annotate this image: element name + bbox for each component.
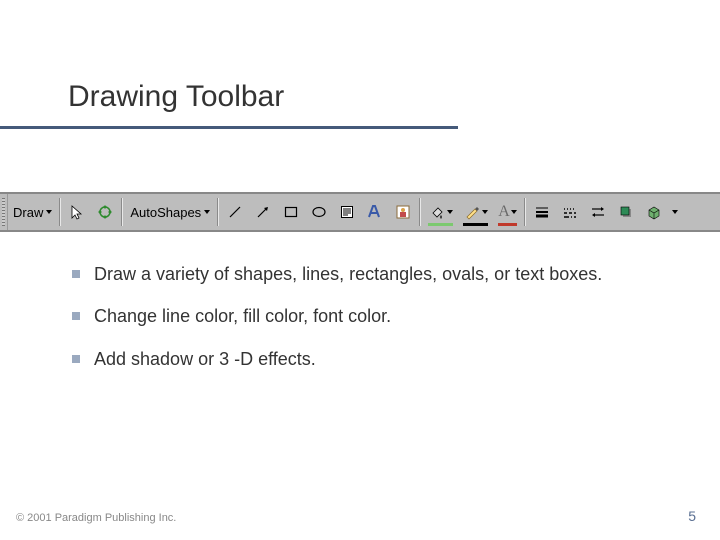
font-color-swatch (498, 223, 517, 226)
bullet-text: Change line color, fill color, font colo… (94, 304, 391, 328)
toolbar-separator (419, 198, 421, 226)
line-color-icon (463, 203, 481, 221)
bullet-marker (72, 312, 80, 320)
free-rotate-button[interactable] (91, 194, 119, 230)
title-underline (0, 126, 458, 129)
font-color-button[interactable]: A (493, 194, 522, 230)
chevron-down-icon[interactable] (482, 210, 488, 214)
select-objects-button[interactable] (63, 194, 91, 230)
line-style-icon (533, 203, 551, 221)
rectangle-tool-button[interactable] (277, 194, 305, 230)
wordart-button[interactable] (361, 194, 389, 230)
bullet-text: Draw a variety of shapes, lines, rectang… (94, 262, 602, 286)
bullet-marker (72, 355, 80, 363)
fill-color-icon (428, 203, 446, 221)
chevron-down-icon[interactable] (447, 210, 453, 214)
bullet-text: Add shadow or 3 -D effects. (94, 347, 316, 371)
text-box-icon (338, 203, 356, 221)
free-rotate-icon (96, 203, 114, 221)
toolbar-separator (59, 198, 61, 226)
fill-color-swatch (428, 223, 453, 226)
line-tool-button[interactable] (221, 194, 249, 230)
footer-page-number: 5 (688, 508, 696, 524)
dash-style-icon (561, 203, 579, 221)
toolbar-separator (121, 198, 123, 226)
font-color-icon: A (498, 203, 510, 221)
fill-color-button[interactable] (423, 194, 458, 230)
list-item: Add shadow or 3 -D effects. (72, 347, 662, 371)
line-icon (226, 203, 244, 221)
shadow-button[interactable] (612, 194, 640, 230)
dash-style-button[interactable] (556, 194, 584, 230)
toolbar-separator (217, 198, 219, 226)
insert-clipart-icon (394, 203, 412, 221)
insert-clipart-button[interactable] (389, 194, 417, 230)
text-box-button[interactable] (333, 194, 361, 230)
footer-copyright: © 2001 Paradigm Publishing Inc. (16, 512, 176, 524)
autoshapes-menu-button[interactable]: AutoShapes (125, 194, 215, 230)
line-style-button[interactable] (528, 194, 556, 230)
drawing-toolbar: Draw AutoShapes (0, 192, 720, 232)
chevron-down-icon (46, 210, 52, 214)
shadow-icon (617, 203, 635, 221)
oval-tool-button[interactable] (305, 194, 333, 230)
3d-button[interactable] (640, 194, 668, 230)
autoshapes-label: AutoShapes (130, 205, 201, 220)
3d-icon (645, 203, 663, 221)
arrow-style-icon (589, 203, 607, 221)
oval-icon (310, 203, 328, 221)
slide-title: Drawing Toolbar (68, 80, 284, 114)
draw-menu-label: Draw (13, 205, 43, 220)
draw-menu-button[interactable]: Draw (8, 194, 57, 230)
arrow-icon (254, 203, 272, 221)
bullet-list: Draw a variety of shapes, lines, rectang… (72, 262, 662, 389)
arrow-tool-button[interactable] (249, 194, 277, 230)
select-arrow-icon (68, 203, 86, 221)
toolbar-drag-handle[interactable] (0, 194, 8, 230)
line-color-swatch (463, 223, 488, 226)
toolbar-overflow-button[interactable] (668, 194, 681, 230)
list-item: Change line color, fill color, font colo… (72, 304, 662, 328)
chevron-down-icon[interactable] (511, 210, 517, 214)
list-item: Draw a variety of shapes, lines, rectang… (72, 262, 662, 286)
arrow-style-button[interactable] (584, 194, 612, 230)
chevron-down-icon (204, 210, 210, 214)
wordart-icon (366, 203, 384, 221)
line-color-button[interactable] (458, 194, 493, 230)
bullet-marker (72, 270, 80, 278)
toolbar-separator (524, 198, 526, 226)
chevron-down-icon (672, 210, 678, 214)
rectangle-icon (282, 203, 300, 221)
